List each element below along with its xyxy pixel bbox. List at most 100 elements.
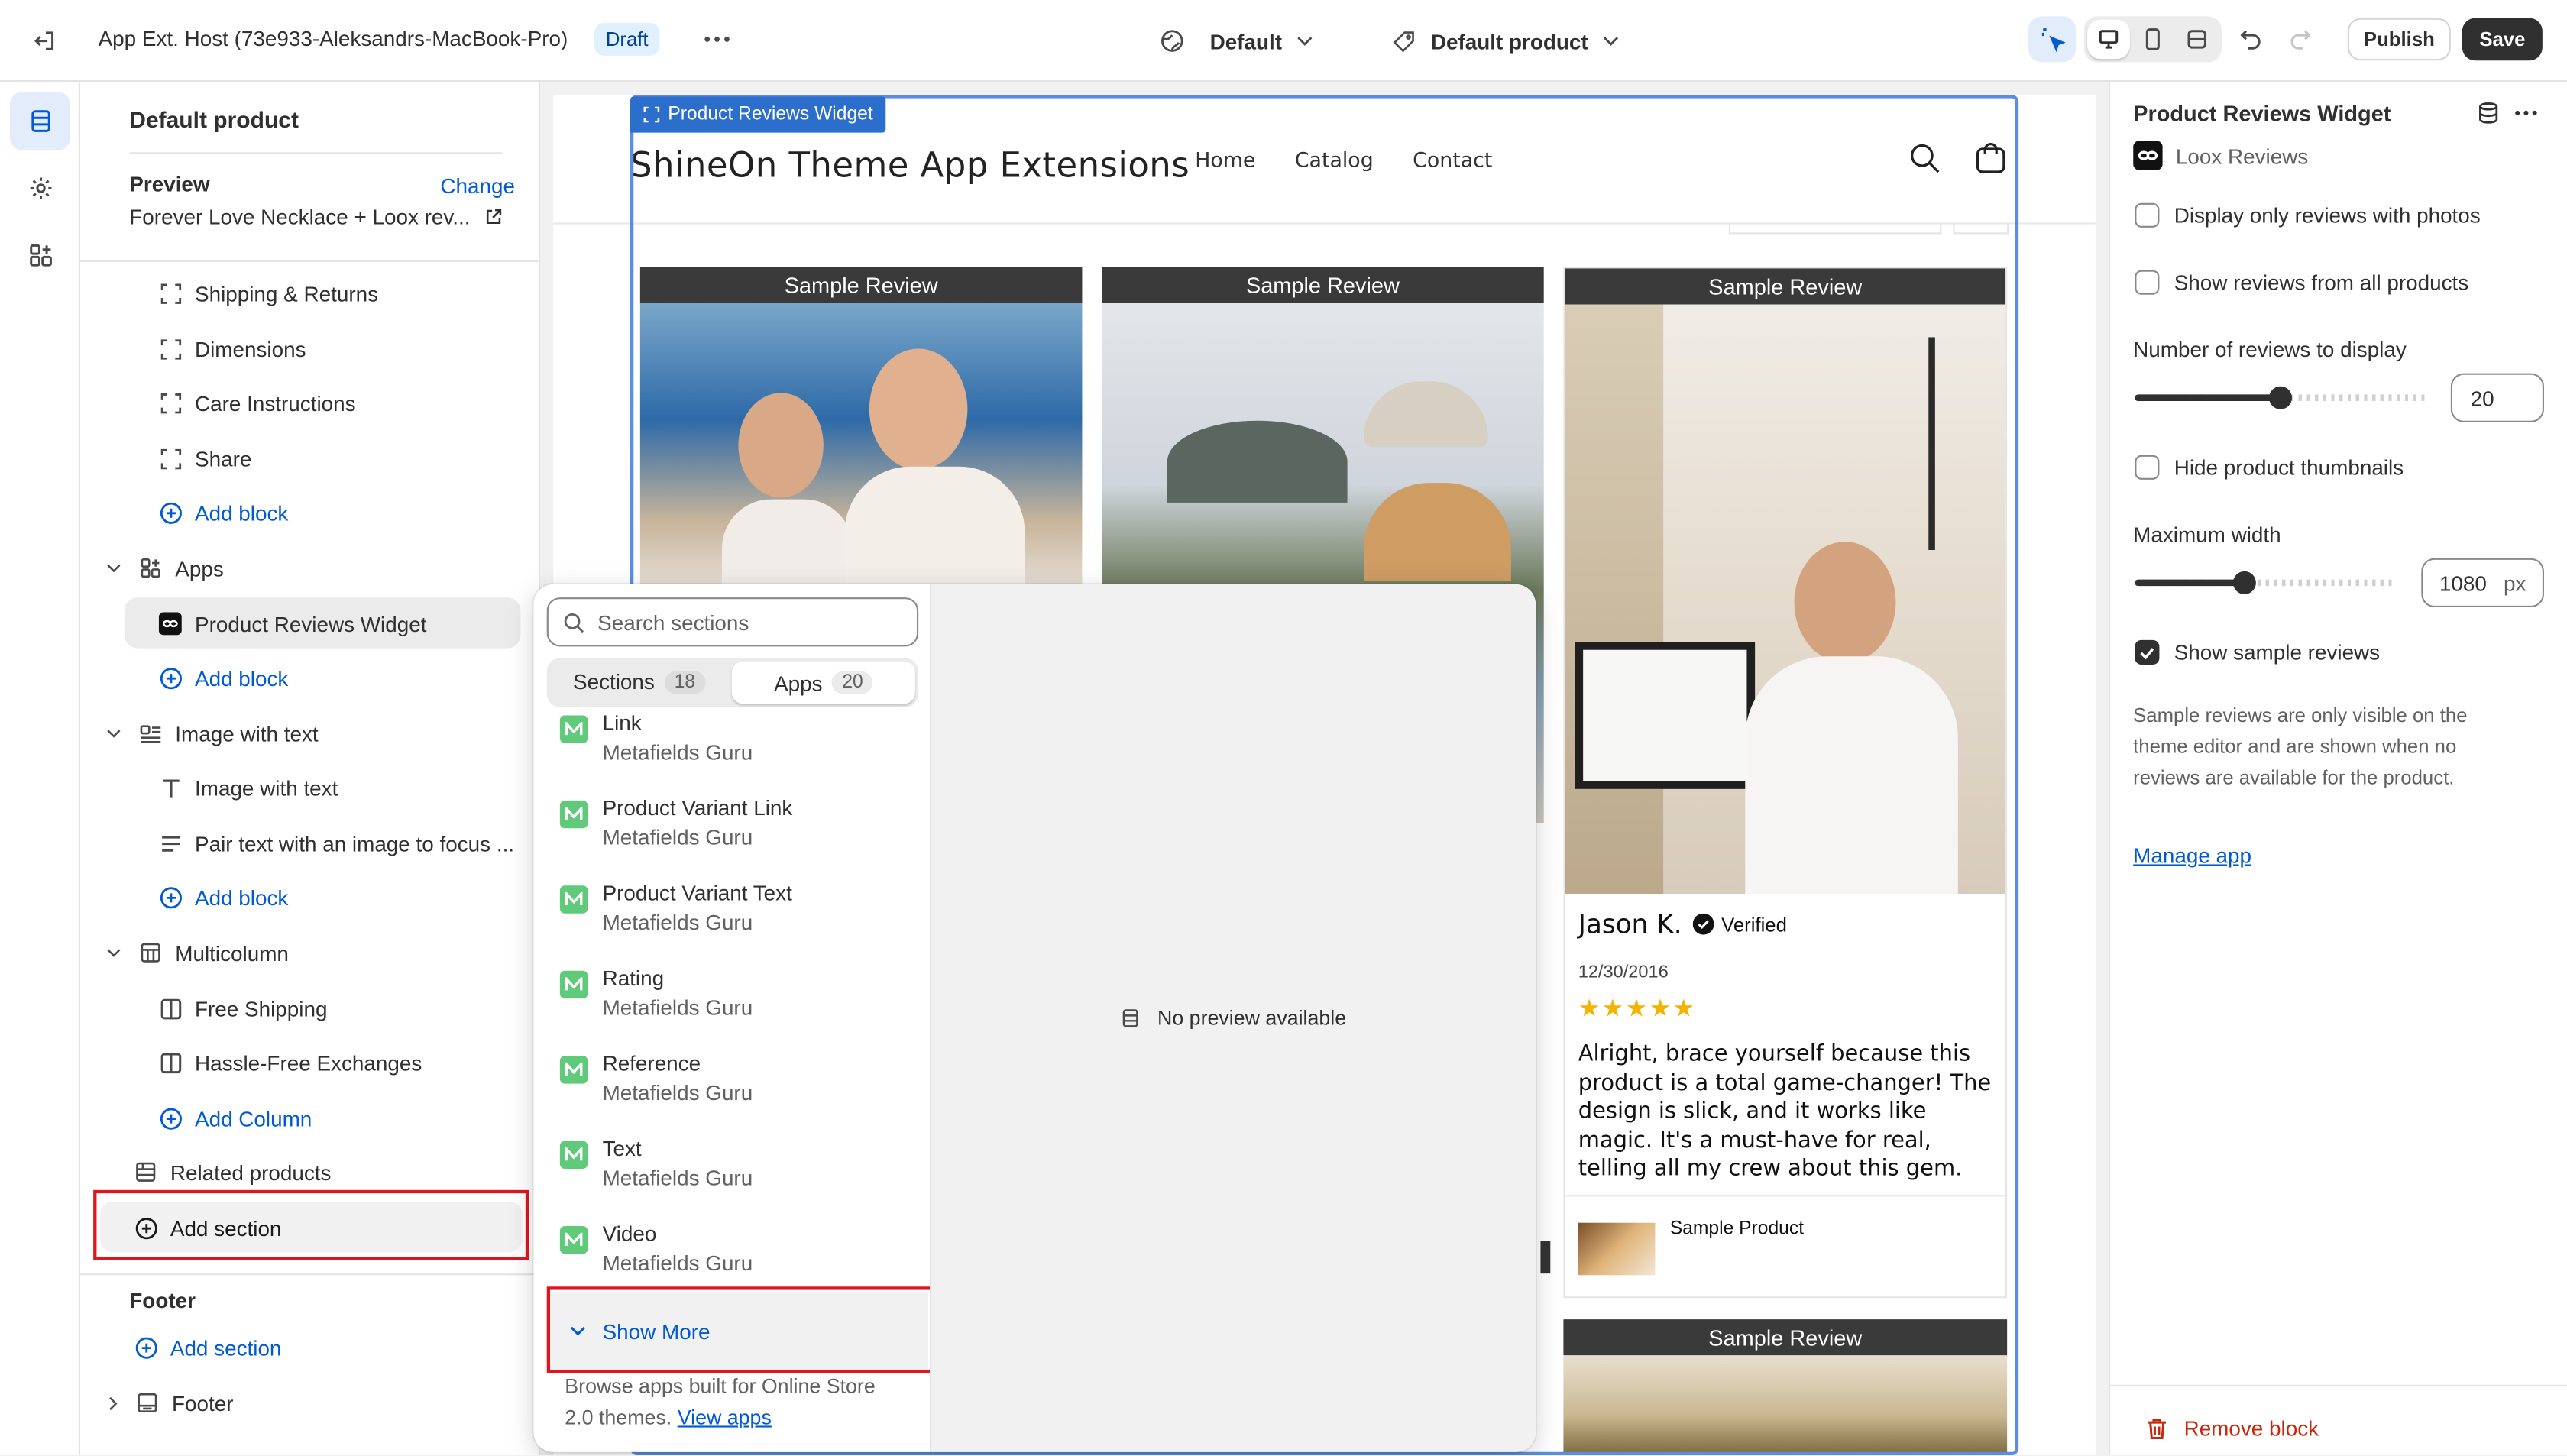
num-reviews-input[interactable]: 20 bbox=[2450, 373, 2544, 422]
exit-icon bbox=[31, 28, 57, 53]
list-item[interactable]: Link Metafields Guru bbox=[557, 715, 908, 795]
opt-photos[interactable]: Display only reviews with photos bbox=[2135, 202, 2481, 228]
database-icon[interactable] bbox=[2477, 102, 2500, 125]
ellipsis-icon[interactable] bbox=[2514, 110, 2537, 117]
more-actions-button[interactable] bbox=[698, 20, 736, 59]
search-sections-field[interactable]: Search sections bbox=[546, 597, 919, 647]
rail-settings-button[interactable] bbox=[10, 159, 70, 218]
block-product-reviews-widget[interactable]: Product Reviews Widget bbox=[157, 599, 426, 648]
rail-sections-button[interactable] bbox=[9, 92, 71, 151]
tab-apps[interactable]: Apps 20 bbox=[731, 661, 915, 704]
widget-tag-label: Product Reviews Widget bbox=[668, 105, 873, 125]
opt-all-products[interactable]: Show reviews from all products bbox=[2135, 270, 2468, 295]
mobile-view-button[interactable] bbox=[2132, 20, 2174, 59]
divider bbox=[80, 260, 541, 262]
add-block-label: Add block bbox=[194, 500, 289, 525]
section-apps[interactable]: Apps bbox=[103, 543, 224, 592]
item-vendor: Metafields Guru bbox=[602, 739, 753, 765]
external-link-icon bbox=[485, 208, 503, 226]
plus-circle-icon bbox=[157, 500, 183, 526]
list-item[interactable]: Product Variant Text Metafields Guru bbox=[557, 881, 908, 966]
section-image-with-text[interactable]: Image with text bbox=[103, 709, 319, 758]
add-block-button[interactable]: Add block bbox=[157, 872, 288, 921]
block-share[interactable]: Share bbox=[157, 434, 251, 483]
block-dashed-icon bbox=[157, 445, 183, 471]
view-apps-link[interactable]: View apps bbox=[678, 1406, 772, 1429]
text-heading-icon bbox=[157, 775, 183, 801]
desktop-view-button[interactable] bbox=[2087, 19, 2130, 60]
block-column[interactable]: Free Shipping bbox=[157, 984, 328, 1033]
exit-button[interactable] bbox=[23, 20, 66, 63]
loox-logo-icon bbox=[2133, 141, 2163, 170]
undo-button[interactable] bbox=[2232, 20, 2271, 59]
section-multicolumn[interactable]: Multicolumn bbox=[103, 928, 289, 977]
column-icon bbox=[157, 995, 183, 1021]
max-width-slider[interactable] bbox=[2135, 571, 2397, 594]
item-vendor: Metafields Guru bbox=[602, 1251, 753, 1276]
preview-product[interactable]: Forever Love Necklace + Loox rev... bbox=[129, 205, 503, 229]
list-item[interactable]: Product Variant Link Metafields Guru bbox=[557, 795, 908, 880]
item-name: Text bbox=[602, 1136, 642, 1161]
preview-label: Preview bbox=[129, 172, 210, 197]
checkbox-checked[interactable] bbox=[2135, 639, 2160, 665]
section-label: Footer bbox=[172, 1390, 234, 1416]
block-dashed-icon bbox=[157, 280, 183, 306]
block-label: Free Shipping bbox=[194, 995, 328, 1021]
remove-block-button[interactable]: Remove block bbox=[2146, 1416, 2319, 1441]
fullscreen-view-button[interactable] bbox=[2176, 20, 2219, 59]
list-item[interactable]: Video Metafields Guru bbox=[557, 1221, 908, 1289]
checkbox[interactable] bbox=[2135, 455, 2160, 480]
search-icon bbox=[563, 611, 584, 633]
block-care[interactable]: Care Instructions bbox=[157, 378, 356, 427]
change-preview-link[interactable]: Change bbox=[440, 173, 515, 198]
item-vendor: Metafields Guru bbox=[602, 1080, 753, 1105]
publish-button[interactable]: Publish bbox=[2347, 18, 2451, 61]
item-name: Rating bbox=[602, 966, 665, 991]
add-block-button[interactable]: Add block bbox=[157, 653, 288, 702]
divider bbox=[2110, 1384, 2567, 1386]
max-width-input[interactable]: 1080 px bbox=[2421, 558, 2544, 607]
chevron-down-icon bbox=[1603, 36, 1619, 46]
block-text[interactable]: Pair text with an image to focus ... bbox=[157, 818, 514, 867]
checkbox[interactable] bbox=[2135, 270, 2160, 295]
section-related-products[interactable]: Related products bbox=[133, 1147, 331, 1196]
sections-icon bbox=[1120, 1007, 1141, 1030]
tab-sections[interactable]: Sections 18 bbox=[573, 669, 705, 694]
slider-handle[interactable] bbox=[2268, 386, 2292, 409]
list-item[interactable]: Text Metafields Guru bbox=[557, 1136, 908, 1221]
block-heading[interactable]: Image with text bbox=[157, 763, 338, 812]
list-item[interactable]: Reference Metafields Guru bbox=[557, 1051, 908, 1136]
add-block-button[interactable]: Add block bbox=[157, 488, 289, 537]
column-icon bbox=[157, 1050, 183, 1076]
inspector-toggle[interactable] bbox=[2028, 16, 2077, 63]
template-selector[interactable]: Default product bbox=[1391, 21, 1619, 60]
globe-icon bbox=[1159, 28, 1185, 53]
redo-button[interactable] bbox=[2281, 20, 2319, 59]
save-button[interactable]: Save bbox=[2462, 18, 2543, 61]
block-column[interactable]: Hassle-Free Exchanges bbox=[157, 1038, 422, 1087]
widget-tag[interactable]: Product Reviews Widget bbox=[630, 96, 886, 133]
footer-add-section-button[interactable]: Add section bbox=[133, 1322, 281, 1371]
section-footer[interactable]: Footer bbox=[103, 1378, 234, 1427]
opt-show-sample[interactable]: Show sample reviews bbox=[2135, 639, 2381, 665]
plus-circle-icon bbox=[157, 1105, 183, 1131]
checkbox[interactable] bbox=[2135, 202, 2160, 228]
slider-handle[interactable] bbox=[2233, 571, 2257, 594]
theme-selector[interactable]: Default bbox=[1159, 21, 1313, 60]
opt-hide-thumbs[interactable]: Hide product thumbnails bbox=[2135, 455, 2404, 480]
checkbox-label: Show sample reviews bbox=[2174, 639, 2381, 665]
item-vendor: Metafields Guru bbox=[602, 825, 753, 850]
plus-circle-icon bbox=[157, 884, 183, 910]
chevron-down-icon bbox=[106, 563, 121, 573]
block-shipping[interactable]: Shipping & Returns bbox=[157, 268, 378, 317]
num-reviews-slider[interactable] bbox=[2135, 386, 2426, 409]
metafields-guru-icon bbox=[559, 970, 588, 999]
mobile-icon bbox=[2143, 28, 2163, 50]
list-item[interactable]: Rating Metafields Guru bbox=[557, 966, 908, 1050]
block-dimensions[interactable]: Dimensions bbox=[157, 324, 306, 373]
add-column-button[interactable]: Add Column bbox=[157, 1093, 312, 1142]
top-bar: App Ext. Host (73e933-Aleksandrs-MacBook… bbox=[0, 0, 2567, 83]
rail-apps-button[interactable] bbox=[10, 226, 70, 285]
tab-label: Apps bbox=[774, 670, 823, 695]
manage-app-link[interactable]: Manage app bbox=[2133, 843, 2251, 868]
